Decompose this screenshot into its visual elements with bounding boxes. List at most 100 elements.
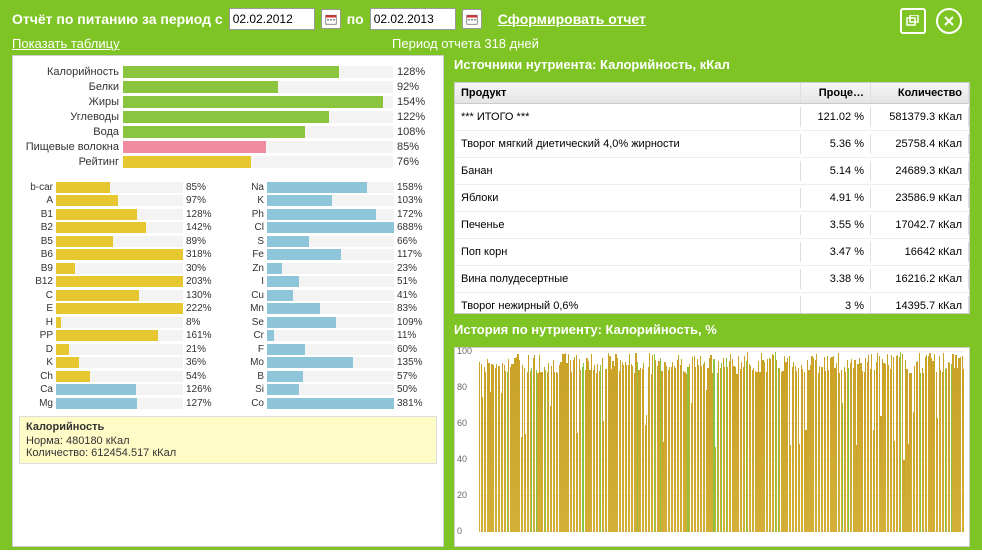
macro-label: Углеводы <box>19 111 123 123</box>
maximize-icon[interactable] <box>900 8 926 34</box>
nutrient-row[interactable]: Se 109% <box>230 316 437 329</box>
macro-row[interactable]: Вода 108% <box>19 125 437 139</box>
nutrient-row[interactable]: B5 89% <box>19 235 226 248</box>
table-row[interactable]: Банан 5.14 % 24689.3 кКал <box>455 158 969 185</box>
nutrient-pct: 23% <box>394 263 437 274</box>
nutrient-label: B5 <box>19 236 56 247</box>
nutrient-row[interactable]: D 21% <box>19 343 226 356</box>
nutrient-label: Mg <box>19 398 56 409</box>
macro-row[interactable]: Рейтинг 76% <box>19 155 437 169</box>
show-table-link[interactable]: Показать таблицу <box>12 36 120 51</box>
generate-report-link[interactable]: Сформировать отчет <box>498 11 646 27</box>
nutrient-row[interactable]: F 60% <box>230 343 437 356</box>
cell-product: *** ИТОГО *** <box>455 107 801 127</box>
macro-pct: 122% <box>393 111 437 123</box>
table-row[interactable]: Вина полудесертные 3.38 % 16216.2 кКал <box>455 266 969 293</box>
cell-product: Печенье <box>455 215 801 235</box>
nutrient-row[interactable]: S 66% <box>230 235 437 248</box>
cell-product: Творог мягкий диетический 4,0% жирности <box>455 134 801 154</box>
left-panel: Калорийность 128% Белки 92% Жиры 154% Уг… <box>12 55 444 547</box>
col-qty[interactable]: Количество <box>871 83 969 103</box>
nutrient-row[interactable]: Cl 688% <box>230 221 437 234</box>
cell-product: Банан <box>455 161 801 181</box>
nutrient-pct: 158% <box>394 182 437 193</box>
macro-label: Белки <box>19 81 123 93</box>
date-to-input[interactable] <box>370 8 456 30</box>
macro-row[interactable]: Белки 92% <box>19 80 437 94</box>
nutrient-row[interactable]: I 51% <box>230 275 437 288</box>
nutrient-row[interactable]: Cu 41% <box>230 289 437 302</box>
nutrient-row[interactable]: C 130% <box>19 289 226 302</box>
nutrient-pct: 11% <box>394 330 437 341</box>
nutrient-label: Ca <box>19 384 56 395</box>
nutrient-label: S <box>230 236 267 247</box>
nutrient-row[interactable]: B 57% <box>230 370 437 383</box>
y-tick: 40 <box>457 454 467 464</box>
nutrient-row[interactable]: B1 128% <box>19 208 226 221</box>
nutrient-row[interactable]: Ch 54% <box>19 370 226 383</box>
nutrient-row[interactable]: Mg 127% <box>19 397 226 410</box>
macro-label: Пищевые волокна <box>19 141 123 153</box>
macro-label: Рейтинг <box>19 156 123 168</box>
nutrient-label: Co <box>230 398 267 409</box>
macro-row[interactable]: Пищевые волокна 85% <box>19 140 437 154</box>
nutrient-row[interactable]: Cr 11% <box>230 329 437 342</box>
macro-row[interactable]: Углеводы 122% <box>19 110 437 124</box>
table-row[interactable]: Поп корн 3.47 % 16642 кКал <box>455 239 969 266</box>
nutrient-pct: 222% <box>183 303 226 314</box>
nutrient-row[interactable]: B12 203% <box>19 275 226 288</box>
table-row[interactable]: Творог нежирный 0,6% 3 % 14395.7 кКал <box>455 293 969 313</box>
macro-row[interactable]: Калорийность 128% <box>19 65 437 79</box>
table-row[interactable]: Яблоки 4.91 % 23586.9 кКал <box>455 185 969 212</box>
info-box: Калорийность Норма: 480180 кКал Количест… <box>19 416 437 464</box>
macro-row[interactable]: Жиры 154% <box>19 95 437 109</box>
close-icon[interactable] <box>936 8 962 34</box>
nutrient-label: Cl <box>230 222 267 233</box>
nutrient-row[interactable]: Si 50% <box>230 383 437 396</box>
nutrient-row[interactable]: Fe 117% <box>230 248 437 261</box>
nutrient-row[interactable]: B2 142% <box>19 221 226 234</box>
nutrient-row[interactable]: H 8% <box>19 316 226 329</box>
col-percent[interactable]: Проце… <box>801 83 871 103</box>
nutrient-row[interactable]: A 97% <box>19 194 226 207</box>
table-row[interactable]: Творог мягкий диетический 4,0% жирности … <box>455 131 969 158</box>
nutrient-row[interactable]: B9 30% <box>19 262 226 275</box>
nutrient-row[interactable]: Mo 135% <box>230 356 437 369</box>
nutrient-row[interactable]: Mn 83% <box>230 302 437 315</box>
nutrient-row[interactable]: B6 318% <box>19 248 226 261</box>
cell-qty: 23586.9 кКал <box>871 188 969 208</box>
y-tick: 60 <box>457 418 467 428</box>
nutrient-row[interactable]: Ph 172% <box>230 208 437 221</box>
nutrient-row[interactable]: K 103% <box>230 194 437 207</box>
info-norm: Норма: 480180 кКал <box>26 435 430 447</box>
calendar-from-icon[interactable] <box>321 9 341 29</box>
nutrient-row[interactable]: K 36% <box>19 356 226 369</box>
col-product[interactable]: Продукт <box>455 83 801 103</box>
nutrient-label: Na <box>230 182 267 193</box>
table-row[interactable]: *** ИТОГО *** 121.02 % 581379.3 кКал <box>455 104 969 131</box>
nutrient-label: I <box>230 276 267 287</box>
table-row[interactable]: Печенье 3.55 % 17042.7 кКал <box>455 212 969 239</box>
macro-pct: 154% <box>393 96 437 108</box>
cell-product: Яблоки <box>455 188 801 208</box>
calendar-to-icon[interactable] <box>462 9 482 29</box>
nutrient-row[interactable]: Co 381% <box>230 397 437 410</box>
macro-label: Калорийность <box>19 66 123 78</box>
nutrient-row[interactable]: Zn 23% <box>230 262 437 275</box>
nutrient-row[interactable]: b-car 85% <box>19 181 226 194</box>
cell-product: Поп корн <box>455 242 801 262</box>
nutrient-pct: 30% <box>183 263 226 274</box>
nutrient-pct: 127% <box>183 398 226 409</box>
nutrient-row[interactable]: E 222% <box>19 302 226 315</box>
date-from-input[interactable] <box>229 8 315 30</box>
nutrient-row[interactable]: Na 158% <box>230 181 437 194</box>
nutrient-pct: 85% <box>183 182 226 193</box>
nutrient-pct: 8% <box>183 317 226 328</box>
to-word: по <box>347 11 364 27</box>
nutrient-row[interactable]: Ca 126% <box>19 383 226 396</box>
cell-qty: 16216.2 кКал <box>871 269 969 289</box>
nutrient-label: D <box>19 344 56 355</box>
y-tick: 0 <box>457 526 462 536</box>
nutrient-row[interactable]: PP 161% <box>19 329 226 342</box>
title-prefix: Отчёт по питанию за период с <box>12 11 223 27</box>
